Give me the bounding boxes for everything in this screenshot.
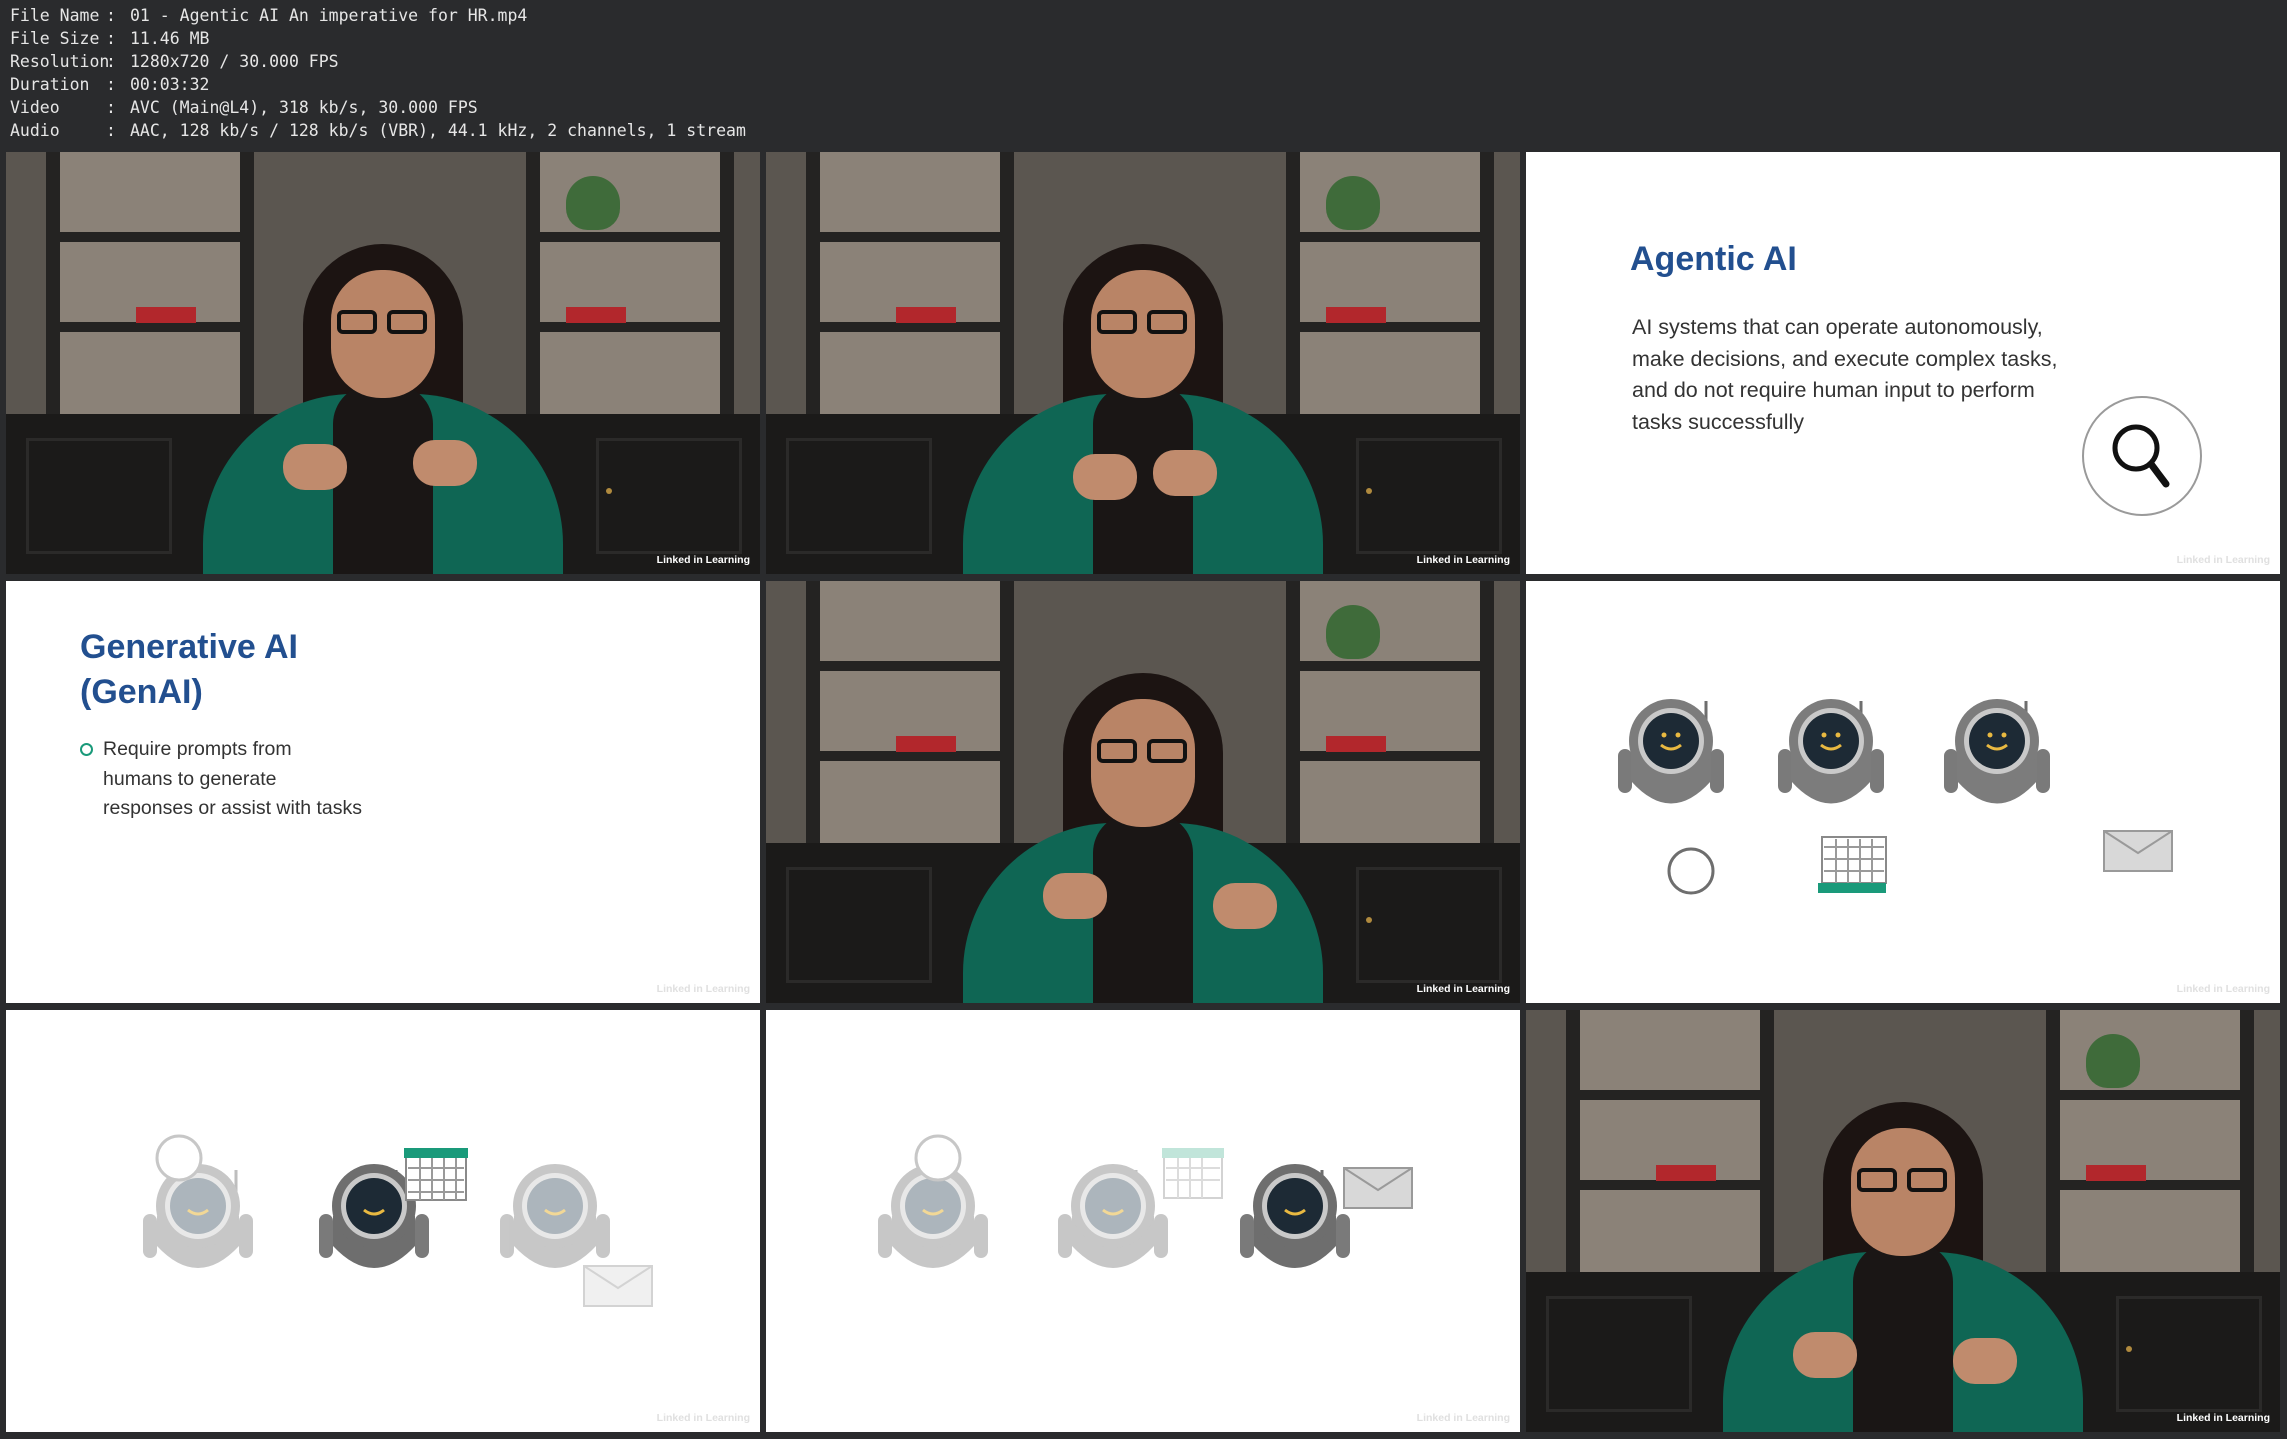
presenter <box>963 244 1323 574</box>
metadata-value: AAC, 128 kb/s / 128 kb/s (VBR), 44.1 kHz… <box>130 121 746 140</box>
linkedin-learning-logo: Linked in Learning <box>1416 554 1510 566</box>
bullet-icon <box>80 743 93 757</box>
metadata-separator: : <box>106 52 116 71</box>
file-metadata-panel: File Name:01 - Agentic AI An imperative … <box>10 4 746 142</box>
video-thumbnail-1: Linked in Learning <box>6 152 760 574</box>
robots-illustration <box>878 1134 1413 1268</box>
linkedin-learning-logo: Linked in Learning <box>656 1412 750 1424</box>
linkedin-learning-logo: Linked in Learning <box>2176 1412 2270 1424</box>
metadata-value: 00:03:32 <box>130 75 210 94</box>
robot-icon <box>143 1134 253 1268</box>
metadata-key: Video <box>10 98 60 117</box>
metadata-key: Resolution <box>10 52 110 71</box>
video-thumbnail-2: Linked in Learning <box>766 152 1520 574</box>
metadata-value: AVC (Main@L4), 318 kb/s, 30.000 FPS <box>130 98 478 117</box>
robot-icon <box>1944 699 2173 872</box>
search-icon <box>2082 396 2202 516</box>
metadata-key: Audio <box>10 121 60 140</box>
metadata-separator: : <box>106 29 116 48</box>
metadata-key: File Size <box>10 29 100 48</box>
robot-icon <box>319 1148 468 1268</box>
slide-generative-ai: Generative AI (GenAI) Require prompts fr… <box>6 581 760 1003</box>
metadata-value: 01 - Agentic AI An imperative for HR.mp4 <box>130 6 528 25</box>
metadata-row: Video: AVC (Main@L4), 318 kb/s, 30.000 FP… <box>10 96 746 119</box>
linkedin-learning-logo: Linked in Learning <box>1416 983 1510 995</box>
linkedin-learning-logo: Linked in Learning <box>2176 554 2270 566</box>
linkedin-learning-logo: Linked in Learning <box>656 554 750 566</box>
video-thumbnail-3: Linked in Learning <box>766 581 1520 1003</box>
metadata-value: 1280x720 / 30.000 FPS <box>130 52 339 71</box>
slide-title: Agentic AI <box>1630 240 1797 278</box>
robot-icon <box>500 1164 653 1307</box>
robot-icon <box>1778 699 1887 893</box>
linkedin-learning-logo: Linked in Learning <box>656 983 750 995</box>
robot-icon <box>878 1134 988 1268</box>
metadata-separator: : <box>106 6 116 25</box>
video-thumbnail-4: Linked in Learning <box>1526 1010 2280 1432</box>
slide-robots-calendar: Linked in Learning <box>6 1010 760 1432</box>
slide-title: Generative AI (GenAI) <box>80 628 298 711</box>
metadata-value: 11.46 MB <box>130 29 210 48</box>
metadata-row: Duration:00:03:32 <box>10 73 746 96</box>
slide-body: AI systems that can operate autonomously… <box>1632 315 2058 434</box>
robots-illustration <box>1618 699 2173 895</box>
linkedin-learning-logo: Linked in Learning <box>1416 1412 1510 1424</box>
metadata-row: Audio: AAC, 128 kb/s / 128 kb/s (VBR), 44… <box>10 119 746 142</box>
robot-icon <box>1618 699 1724 895</box>
metadata-separator: : <box>106 121 116 140</box>
metadata-key: Duration <box>10 75 90 94</box>
metadata-separator: : <box>106 75 116 94</box>
robot-icon <box>1058 1148 1224 1268</box>
presenter <box>963 673 1323 1003</box>
presenter <box>1723 1102 2083 1432</box>
robot-icon <box>1240 1164 1413 1268</box>
linkedin-learning-logo: Linked in Learning <box>2176 983 2270 995</box>
metadata-key: File Name <box>10 6 100 25</box>
metadata-row: File Name:01 - Agentic AI An imperative … <box>10 4 746 27</box>
metadata-row: File Size:11.46 MB <box>10 27 746 50</box>
robots-illustration <box>143 1134 653 1307</box>
metadata-separator: : <box>106 98 116 117</box>
slide-bullet: Require prompts from humans to generate … <box>80 735 362 824</box>
presenter <box>203 244 563 574</box>
slide-robots-active: Linked in Learning <box>1526 581 2280 1003</box>
metadata-row: Resolution:1280x720 / 30.000 FPS <box>10 50 746 73</box>
slide-robots-mail: Linked in Learning <box>766 1010 1520 1432</box>
slide-agentic-ai: Agentic AI AI systems that can operate a… <box>1526 152 2280 574</box>
